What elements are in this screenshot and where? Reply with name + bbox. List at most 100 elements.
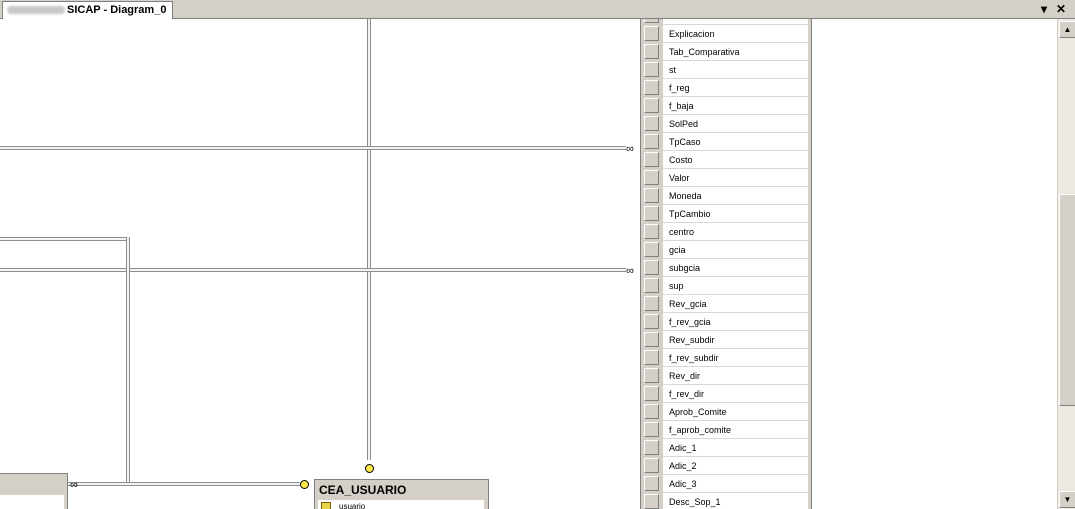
table-row[interactable]: Tab_Comparativa xyxy=(644,43,808,61)
relationship-line-3-vertical[interactable] xyxy=(126,237,130,483)
row-selector[interactable] xyxy=(644,116,659,131)
column-name: Costo xyxy=(663,151,808,169)
table-row[interactable]: Adic_2 xyxy=(644,457,808,475)
table-row[interactable]: sup xyxy=(644,277,808,295)
row-selector[interactable] xyxy=(644,296,659,311)
column-name: Rev_subdir xyxy=(663,331,808,349)
row-selector[interactable] xyxy=(644,422,659,437)
scroll-up-icon[interactable]: ▲ xyxy=(1059,21,1075,38)
table-row[interactable]: st xyxy=(644,61,808,79)
column-name: Adic_1 xyxy=(663,439,808,457)
relationship-line-1[interactable] xyxy=(0,146,626,150)
row-selector[interactable] xyxy=(644,44,659,59)
row-selector[interactable] xyxy=(644,278,659,293)
document-tab-strip: SICAP - Diagram_0 ▾ ✕ xyxy=(0,0,1075,19)
table-row[interactable]: TpCambio xyxy=(644,205,808,223)
redacted-server-name xyxy=(7,6,65,15)
row-selector[interactable] xyxy=(644,224,659,239)
row-selector[interactable] xyxy=(644,152,659,167)
column-name: sup xyxy=(663,277,808,295)
column-name: TpCaso xyxy=(663,133,808,151)
table-row[interactable]: f_rev_dir xyxy=(644,385,808,403)
window-list-dropdown-icon[interactable]: ▾ xyxy=(1036,1,1052,17)
column-name: gcia xyxy=(663,241,808,259)
column-name: f_reg xyxy=(663,79,808,97)
key-endpoint-icon xyxy=(300,480,309,489)
scrollbar-thumb[interactable] xyxy=(1059,194,1075,406)
many-endpoint-icon: ∞ xyxy=(626,265,634,277)
row-selector[interactable] xyxy=(644,62,659,77)
column-name: Desc_Sop_1 xyxy=(663,493,808,509)
row-selector[interactable] xyxy=(644,494,659,509)
table-row[interactable]: centro xyxy=(644,223,808,241)
scroll-down-icon[interactable]: ▼ xyxy=(1059,491,1075,508)
column-name: Adic_2 xyxy=(663,457,808,475)
row-selector[interactable] xyxy=(644,188,659,203)
column-name: Moneda xyxy=(663,187,808,205)
table-row[interactable]: Moneda xyxy=(644,187,808,205)
table-row[interactable]: f_rev_gcia xyxy=(644,313,808,331)
row-selector[interactable] xyxy=(644,134,659,149)
many-endpoint-icon: ∞ xyxy=(70,479,78,491)
relationship-line-4[interactable] xyxy=(68,482,300,486)
row-selector[interactable] xyxy=(644,170,659,185)
close-tab-icon[interactable]: ✕ xyxy=(1053,1,1069,17)
column-name: f_rev_subdir xyxy=(663,349,808,367)
relationship-line-3[interactable] xyxy=(0,237,130,241)
table-row[interactable]: Adic_1 xyxy=(644,439,808,457)
table-row[interactable]: f_aprob_comite xyxy=(644,421,808,439)
column-name: TpCambio xyxy=(663,205,808,223)
column-name: Explicacion xyxy=(663,25,808,43)
table-row[interactable]: f_rev_subdir xyxy=(644,349,808,367)
table-row[interactable]: Adic_3 xyxy=(644,475,808,493)
column-name: usuario xyxy=(339,502,366,509)
table-title: CEA_USUARIO xyxy=(319,483,407,497)
table-row[interactable]: f_baja xyxy=(644,97,808,115)
table-row[interactable]: gcia xyxy=(644,241,808,259)
row-selector[interactable] xyxy=(644,458,659,473)
row-selector[interactable] xyxy=(644,404,659,419)
row-selector[interactable] xyxy=(644,350,659,365)
tab-diagram[interactable]: SICAP - Diagram_0 xyxy=(2,1,174,19)
row-selector[interactable] xyxy=(644,332,659,347)
table-row[interactable]: Costo xyxy=(644,151,808,169)
diagram-canvas[interactable]: ∞ ∞ ∞ CEA_USUARIO usuario Explicacion Tab… xyxy=(0,19,1057,509)
column-name: f_aprob_comite xyxy=(663,421,808,439)
table-row[interactable]: Rev_gcia xyxy=(644,295,808,313)
table-row[interactable]: Rev_dir xyxy=(644,367,808,385)
vertical-scrollbar[interactable]: ▲ ▼ xyxy=(1057,19,1075,509)
table-row[interactable]: Valor xyxy=(644,169,808,187)
column-name: st xyxy=(663,61,808,79)
table-row[interactable]: TpCaso xyxy=(644,133,808,151)
table-row[interactable]: Aprob_Comite xyxy=(644,403,808,421)
row-selector[interactable] xyxy=(644,98,659,113)
row-selector[interactable] xyxy=(644,476,659,491)
table-row[interactable]: Explicacion xyxy=(644,25,808,43)
row-selector[interactable] xyxy=(644,314,659,329)
table-row[interactable]: f_reg xyxy=(644,79,808,97)
table-left-body xyxy=(0,495,64,509)
row-selector[interactable] xyxy=(644,242,659,257)
table-row[interactable]: Rev_subdir xyxy=(644,331,808,349)
row-selector[interactable] xyxy=(644,80,659,95)
row-selector[interactable] xyxy=(644,368,659,383)
table-row[interactable]: Desc_Sop_1 xyxy=(644,493,808,509)
row-selector[interactable] xyxy=(644,26,659,41)
column-name: f_rev_dir xyxy=(663,385,808,403)
table-cea-usuario[interactable]: CEA_USUARIO usuario xyxy=(314,479,489,509)
row-selector[interactable] xyxy=(644,260,659,275)
many-endpoint-icon: ∞ xyxy=(626,143,634,155)
row-selector[interactable] xyxy=(644,386,659,401)
table-row[interactable]: SolPed xyxy=(644,115,808,133)
column-name: f_baja xyxy=(663,97,808,115)
relationship-line-vertical[interactable] xyxy=(367,19,371,460)
table-left-partial[interactable] xyxy=(0,473,68,509)
row-selector[interactable] xyxy=(644,19,659,23)
column-name: Rev_dir xyxy=(663,367,808,385)
table-row[interactable]: subgcia xyxy=(644,259,808,277)
row-selector[interactable] xyxy=(644,206,659,221)
column-name: Rev_gcia xyxy=(663,295,808,313)
row-selector[interactable] xyxy=(644,440,659,455)
relationship-line-2[interactable] xyxy=(0,268,626,272)
table-columns-panel[interactable]: Explicacion Tab_Comparativa st f_reg f_baja S… xyxy=(640,19,812,509)
